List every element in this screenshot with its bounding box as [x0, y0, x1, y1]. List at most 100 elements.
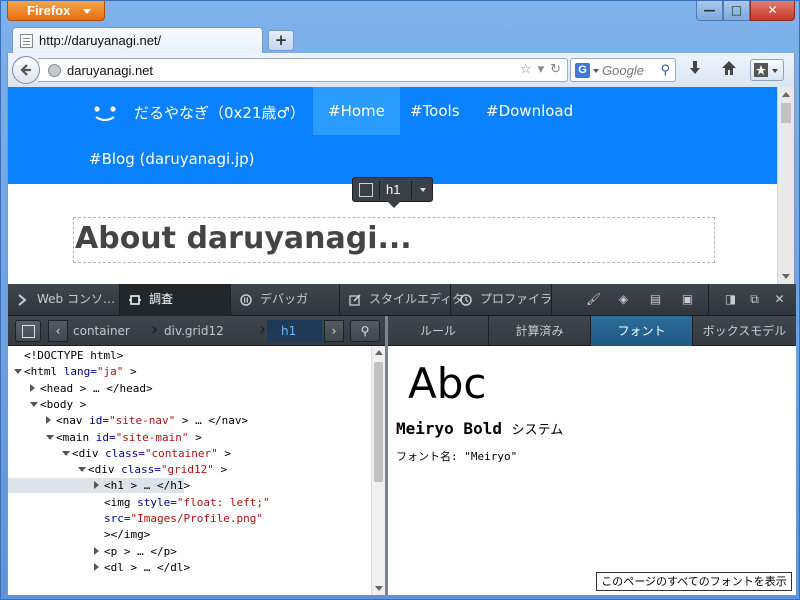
- twisty-collapsed-icon[interactable]: [46, 416, 51, 425]
- font-origin: システム: [511, 423, 564, 438]
- close-devtools-icon[interactable]: ✕: [772, 292, 787, 307]
- inspector-icon: [129, 295, 141, 305]
- url-text: daruyanagi.net: [67, 63, 154, 78]
- firefox-menu-button[interactable]: Firefox: [7, 1, 105, 21]
- maximize-button[interactable]: □: [723, 1, 750, 21]
- bookmarks-menu-button[interactable]: [750, 59, 784, 81]
- markup-tag: > … </nav>: [175, 414, 249, 428]
- nav-blog[interactable]: #Blog (daruyanagi.jp): [74, 135, 270, 183]
- tab-box-model[interactable]: ボックスモデル: [693, 316, 796, 346]
- node-picker-icon[interactable]: [359, 183, 373, 197]
- infobar-tag: h1: [386, 182, 401, 197]
- scroll-down-icon[interactable]: [375, 586, 383, 591]
- dropdown-icon[interactable]: ▾: [538, 62, 545, 77]
- devtools-toolbar: Web コンソ… 調査 デバッガ スタイルエディタ プロファイラ 🖌 ◈ ▤ ▣…: [8, 284, 796, 316]
- twisty-collapsed-icon[interactable]: [94, 546, 99, 555]
- dock-side-icon[interactable]: ◨: [723, 292, 738, 307]
- site-nav: だるやなぎ（0x21歳♂） #Home #Tools #Download #Bl…: [8, 87, 779, 184]
- tab-title: http://daruyanagi.net/: [39, 33, 162, 48]
- downloads-button[interactable]: [684, 60, 706, 80]
- markup-attr: class=: [105, 446, 145, 460]
- scroll-up-icon[interactable]: [375, 350, 383, 355]
- markup-val: "site-main": [115, 430, 189, 444]
- markup-node-text: <img style="float: left;": [104, 495, 270, 510]
- inspector-infobar: h1: [352, 177, 433, 208]
- breadcrumb-div-grid12[interactable]: div.grid12: [159, 320, 259, 342]
- page-icon: [20, 34, 33, 48]
- close-button[interactable]: ✕: [750, 1, 795, 21]
- back-arrow-icon: [20, 64, 31, 76]
- tab-computed[interactable]: 計算済み: [489, 316, 591, 346]
- title-bar: Firefox — □ ✕: [1, 1, 800, 25]
- tab-debugger[interactable]: デバッガ: [231, 284, 339, 316]
- tab-label: デバッガ: [260, 292, 309, 306]
- tab-inspector[interactable]: 調査: [120, 284, 230, 316]
- markup-tag: >: [213, 463, 228, 477]
- markup-val: "float: left;": [176, 495, 270, 509]
- window-controls: — □ ✕: [696, 1, 795, 21]
- twisty-collapsed-icon[interactable]: [30, 383, 35, 392]
- back-button[interactable]: [12, 56, 40, 84]
- scroll-up-icon[interactable]: [782, 92, 790, 97]
- twisty-expanded-icon[interactable]: [62, 450, 70, 456]
- window-mode-icon[interactable]: ⧉: [747, 292, 762, 307]
- markup-node[interactable]: <h1 > … </h1>: [8, 478, 190, 494]
- twisty-expanded-icon[interactable]: [14, 369, 22, 375]
- markup-node-text: <h1 > … </h1>: [104, 478, 190, 493]
- highlighted-heading[interactable]: About daruyanagi...: [73, 217, 715, 263]
- twisty-expanded-icon[interactable]: [46, 434, 54, 440]
- chevron-down-icon[interactable]: [420, 188, 426, 192]
- search-icon[interactable]: ⚲: [660, 63, 670, 78]
- markup-node-text: <p > … </p>: [104, 544, 177, 559]
- minimize-button[interactable]: —: [696, 1, 723, 21]
- twisty-expanded-icon[interactable]: [78, 467, 86, 473]
- 3d-view-icon[interactable]: ◈: [616, 292, 631, 307]
- markup-search-button[interactable]: ⚲: [350, 320, 380, 342]
- nav-download[interactable]: #Download: [471, 87, 588, 135]
- separator: [379, 181, 380, 199]
- pick-element-button[interactable]: [15, 320, 41, 342]
- home-button[interactable]: [718, 60, 740, 80]
- tab-web-console[interactable]: Web コンソ…: [8, 284, 119, 316]
- tab-style-editor[interactable]: スタイルエディタ: [340, 284, 464, 316]
- site-name[interactable]: だるやなぎ（0x21歳♂）: [134, 102, 305, 123]
- nav-home[interactable]: #Home: [313, 87, 400, 135]
- scroll-thumb[interactable]: [374, 362, 383, 482]
- tab-daruyanagi[interactable]: http://daruyanagi.net/: [12, 27, 263, 54]
- scroll-thumb[interactable]: [781, 103, 791, 123]
- twisty-collapsed-icon[interactable]: [94, 562, 99, 571]
- google-search-engine-icon[interactable]: G: [575, 63, 590, 78]
- breadcrumb-container[interactable]: container: [69, 320, 151, 342]
- show-all-fonts-button[interactable]: このページのすべてのフォントを表示: [596, 572, 792, 591]
- markup-tag: <img: [104, 495, 138, 509]
- twisty-collapsed-icon[interactable]: [94, 481, 99, 490]
- responsive-view-icon[interactable]: ▣: [680, 292, 695, 307]
- bookmark-star-icon[interactable]: ☆: [520, 62, 532, 77]
- markup-tag: <nav: [56, 414, 90, 428]
- sidebar-tabs: ルール 計算済み フォント ボックスモデル: [388, 316, 796, 346]
- breadcrumb-scroll-right[interactable]: ›: [324, 320, 344, 342]
- scroll-down-icon[interactable]: [782, 274, 790, 279]
- page-scrollbar[interactable]: [777, 87, 794, 284]
- tab-profiler[interactable]: プロファイラ: [451, 284, 552, 316]
- url-bar[interactable]: daruyanagi.net ☆ ▾ ↻: [38, 58, 568, 82]
- tab-fonts[interactable]: フォント: [591, 316, 693, 346]
- search-bar[interactable]: G Google ⚲: [570, 58, 676, 82]
- nav-tools[interactable]: #Tools: [395, 87, 475, 135]
- breadcrumb-scroll-left[interactable]: ‹: [48, 320, 68, 342]
- reload-icon[interactable]: ↻: [550, 62, 561, 77]
- tab-label: Web コンソ…: [37, 292, 115, 306]
- paintbrush-icon[interactable]: 🖌: [586, 292, 601, 307]
- new-tab-button[interactable]: +: [268, 30, 294, 51]
- twisty-expanded-icon[interactable]: [30, 401, 38, 407]
- firefox-button-label: Firefox: [27, 3, 71, 18]
- markup-scrollbar[interactable]: [371, 346, 385, 595]
- breadcrumb-h1[interactable]: h1: [267, 320, 322, 342]
- scratchpad-icon[interactable]: ▤: [648, 292, 663, 307]
- sidebar-panel: ルール 計算済み フォント ボックスモデル Abc Meiryo Bold シス…: [388, 316, 796, 595]
- tab-rules[interactable]: ルール: [388, 316, 489, 346]
- markup-node-text: <!DOCTYPE html>: [24, 348, 123, 363]
- markup-attr: src=: [104, 512, 131, 525]
- markup-tag: <!DOCTYPE html>: [24, 349, 124, 362]
- breadcrumb-toolbar: ‹ container › div.grid12 › h1 › ⚲: [8, 316, 388, 346]
